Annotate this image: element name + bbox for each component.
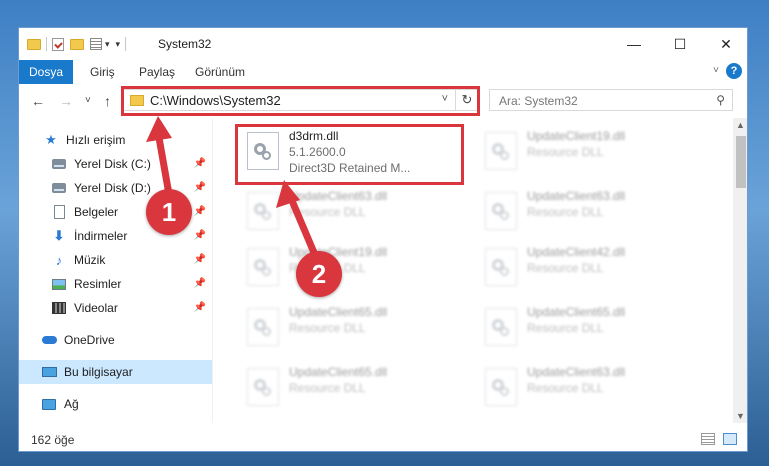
step-2-badge: 2	[296, 251, 342, 297]
step-1-badge: 1	[146, 189, 192, 235]
arrow-1-head	[146, 116, 172, 142]
annotation-arrows	[146, 116, 322, 266]
